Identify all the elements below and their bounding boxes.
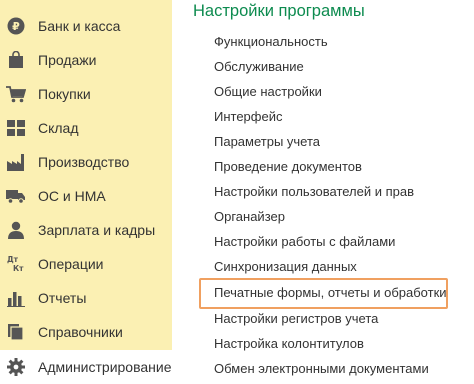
sidebar-item-bank[interactable]: ₽ Банк и касса — [0, 9, 172, 43]
settings-link[interactable]: Синхронизация данных — [214, 259, 357, 275]
settings-link[interactable]: Настройки регистров учета — [214, 311, 378, 327]
sidebar-item-purchases[interactable]: Покупки — [0, 77, 172, 111]
sidebar-item-sales[interactable]: Продажи — [0, 43, 172, 77]
settings-link[interactable]: Проведение документов — [214, 159, 362, 175]
settings-link[interactable]: Функциональность — [214, 34, 328, 50]
sidebar-item-label: Операции — [38, 255, 104, 272]
sidebar-item-label: Отчеты — [38, 289, 87, 306]
sidebar-item-warehouse[interactable]: Склад — [0, 111, 172, 145]
settings-link[interactable]: Настройки пользователей и прав — [214, 184, 414, 200]
settings-link[interactable]: Настройки работы с файлами — [214, 234, 395, 250]
settings-link[interactable]: Органайзер — [214, 209, 285, 225]
sidebar: ₽ Банк и касса Продажи Покупки Склад Про… — [0, 0, 172, 384]
person-icon — [6, 220, 26, 240]
sidebar-item-label: Продажи — [38, 51, 97, 68]
sidebar-item-label: Производство — [38, 153, 130, 170]
settings-link[interactable]: Обслуживание — [214, 59, 304, 75]
gear-icon — [6, 357, 26, 377]
settings-link[interactable]: Интерфейс — [214, 109, 282, 125]
factory-icon — [6, 152, 26, 172]
sidebar-item-salary[interactable]: Зарплата и кадры — [0, 213, 172, 247]
sidebar-item-label: Покупки — [38, 85, 91, 102]
page-title: Настройки программы — [193, 2, 365, 20]
svg-text:Дт: Дт — [7, 255, 19, 264]
sidebar-item-label: ОС и НМА — [38, 187, 106, 204]
sidebar-item-reports[interactable]: Отчеты — [0, 281, 172, 315]
truck-icon — [6, 186, 26, 206]
settings-link[interactable]: Параметры учета — [214, 134, 320, 150]
print-forms-link[interactable]: Печатные формы, отчеты и обработки — [214, 285, 447, 301]
settings-link[interactable]: Общие настройки — [214, 84, 322, 100]
cart-icon — [6, 84, 26, 104]
bar-chart-icon — [6, 288, 26, 308]
sidebar-item-label: Склад — [38, 119, 79, 136]
sidebar-item-fixed-assets[interactable]: ОС и НМА — [0, 179, 172, 213]
sidebar-item-production[interactable]: Производство — [0, 145, 172, 179]
sidebar-item-operations[interactable]: Дт Кт Операции — [0, 247, 172, 281]
svg-text:₽: ₽ — [12, 20, 20, 33]
sidebar-item-label: Зарплата и кадры — [38, 221, 156, 238]
shopping-bag-icon — [6, 50, 26, 70]
sidebar-item-references[interactable]: Справочники — [0, 315, 172, 349]
settings-link[interactable]: Настройка колонтитулов — [214, 336, 364, 352]
bank-coin-icon: ₽ — [6, 16, 26, 36]
svg-text:Кт: Кт — [13, 264, 24, 273]
sidebar-item-label: Справочники — [38, 323, 123, 340]
books-icon — [6, 322, 26, 342]
dt-kt-icon: Дт Кт — [6, 254, 26, 274]
sidebar-item-administration[interactable]: Администрирование — [0, 350, 172, 384]
settings-link[interactable]: Обмен электронными документами — [214, 361, 429, 377]
sidebar-item-label: Банк и касса — [38, 17, 121, 34]
warehouse-grid-icon — [6, 118, 26, 138]
sidebar-item-label: Администрирование — [38, 358, 172, 375]
